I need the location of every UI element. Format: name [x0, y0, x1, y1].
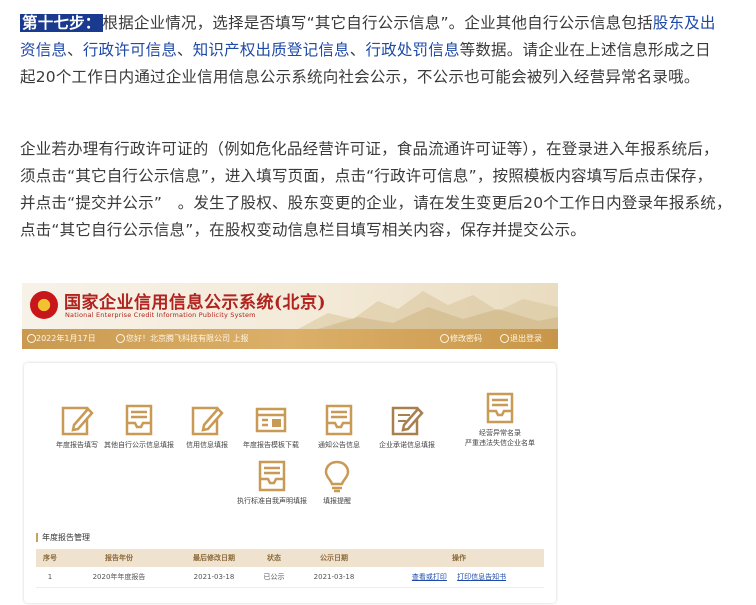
- column-header: 状态: [254, 549, 294, 567]
- edit-icon: [191, 406, 224, 436]
- step-17-paragraph: 第十七步： 根据企业情况，选择是否填写“其它自行公示信息”。企业其他自行公示信息包…: [20, 10, 724, 91]
- annual-report-table: 序号 报告年份 最后修改日期 状态 公示日期 操作 1 2020年年度报告 20…: [36, 549, 544, 588]
- key-icon: [440, 334, 449, 343]
- column-header: 操作: [374, 549, 544, 567]
- tile-label: 通知公告信息: [318, 441, 360, 449]
- inbox-icon: [258, 460, 286, 492]
- tile-label: 执行标准自我声明填报: [237, 497, 307, 505]
- tile-label: 年度报告模板下载: [243, 441, 299, 449]
- clock-icon: [27, 334, 36, 343]
- link-admin-penalty-info[interactable]: 行政处罚信息: [365, 41, 459, 59]
- print-notice-link[interactable]: 打印信息告知书: [457, 573, 506, 581]
- tile-abnormal-list[interactable]: 经营异常名录 严重违法失信企业名单: [460, 391, 540, 448]
- cell-published: 2021-03-18: [294, 567, 374, 588]
- tile-commitment[interactable]: 企业承诺信息填报: [372, 403, 442, 450]
- table-header-row: 序号 报告年份 最后修改日期 状态 公示日期 操作: [36, 549, 544, 567]
- tile-label: 填报提醒: [323, 497, 351, 505]
- link-admin-license-info[interactable]: 行政许可信息: [83, 41, 177, 59]
- inbox-icon: [325, 404, 353, 436]
- tile-label: 信用信息填报: [186, 441, 228, 449]
- tile-credit-info[interactable]: 信用信息填报: [172, 403, 242, 450]
- cell-status: 已公示: [254, 567, 294, 588]
- separator: 、: [349, 41, 366, 59]
- tile-standard-declaration[interactable]: 执行标准自我声明填报: [232, 459, 312, 506]
- user-icon: [116, 334, 125, 343]
- separator: 、: [67, 41, 83, 59]
- tile-label: 其他自行公示信息填报: [104, 441, 174, 449]
- license-instructions-paragraph: 企业若办理有行政许可证的（例如危化品经营许可证，食品流通许可证等），在登录进入年…: [20, 140, 740, 239]
- inbox-icon: [486, 392, 514, 424]
- system-title: 国家企业信用信息公示系统(北京): [64, 293, 327, 313]
- system-header: 国家企业信用信息公示系统(北京) National Enterprise Cre…: [22, 283, 558, 329]
- column-header: 报告年份: [64, 549, 174, 567]
- document-icon: [255, 407, 287, 433]
- step-label: 第十七步：: [20, 14, 103, 32]
- function-panel: 年度报告填写 其他自行公示信息填报 信用信息填报 年度报告模板下载 通知公告信息…: [24, 363, 556, 603]
- edit-icon: [61, 406, 94, 436]
- table-row: 1 2020年年度报告 2021-03-18 已公示 2021-03-18 查看…: [36, 567, 544, 588]
- link-ip-pledge-info[interactable]: 知识产权出质登记信息: [193, 41, 350, 59]
- tile-label: 经营异常名录: [479, 429, 521, 437]
- lightbulb-icon: [324, 460, 350, 493]
- system-screenshot: 国家企业信用信息公示系统(北京) National Enterprise Cre…: [22, 283, 558, 605]
- paragraph-text: 根据企业情况，选择是否填写“其它自行公示信息”。企业其他自行公示信息包括: [102, 14, 653, 32]
- tile-annual-report[interactable]: 年度报告填写: [42, 403, 112, 450]
- edit-icon: [391, 406, 424, 436]
- mountain-decoration: [298, 291, 558, 329]
- cell-actions: 查看或打印 打印信息告知书: [374, 567, 544, 588]
- current-date: 2022年1月17日: [36, 334, 96, 343]
- inbox-icon: [125, 404, 153, 436]
- view-print-link[interactable]: 查看或打印: [412, 573, 447, 581]
- tile-notice[interactable]: 通知公告信息: [304, 403, 374, 450]
- cell-modified: 2021-03-18: [174, 567, 254, 588]
- tile-label: 企业承诺信息填报: [379, 441, 435, 449]
- tile-reminder[interactable]: 填报提醒: [302, 459, 372, 506]
- national-emblem-icon: [30, 291, 58, 319]
- tile-label: 严重违法失信企业名单: [465, 439, 535, 447]
- change-password-link[interactable]: 修改密码: [450, 333, 482, 344]
- tile-template-download[interactable]: 年度报告模板下载: [236, 403, 306, 450]
- column-header: 序号: [36, 549, 64, 567]
- user-bar: 2022年1月17日 您好！北京腾飞科技有限公司 上报 修改密码 退出登录: [22, 329, 558, 349]
- tile-label: 年度报告填写: [56, 441, 98, 449]
- tile-other-disclosure[interactable]: 其他自行公示信息填报: [104, 403, 174, 450]
- logout-link[interactable]: 退出登录: [510, 333, 542, 344]
- system-subtitle: National Enterprise Credit Information P…: [65, 311, 256, 319]
- logout-icon: [500, 334, 509, 343]
- section-title: 年度报告管理: [36, 533, 90, 542]
- column-header: 公示日期: [294, 549, 374, 567]
- separator: 、: [177, 41, 193, 59]
- cell-no: 1: [36, 567, 64, 588]
- cell-year: 2020年年度报告: [64, 567, 174, 588]
- column-header: 最后修改日期: [174, 549, 254, 567]
- user-greeting: 您好！北京腾飞科技有限公司 上报: [126, 334, 249, 343]
